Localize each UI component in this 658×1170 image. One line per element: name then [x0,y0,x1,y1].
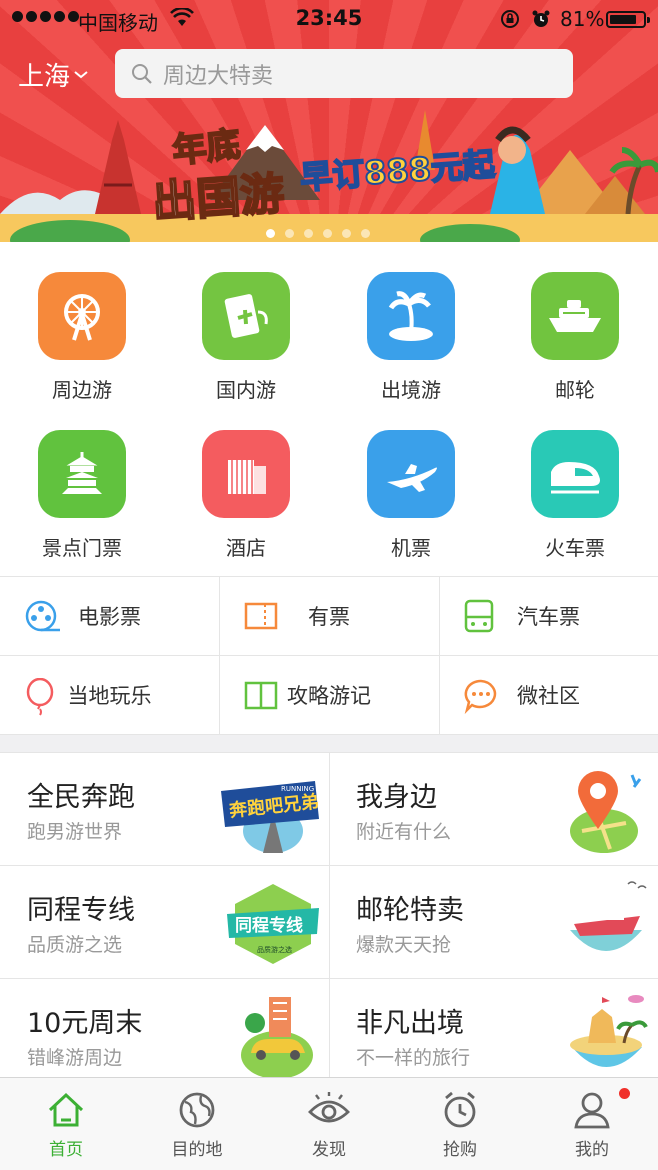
app-screen: 中国移动 23:45 81% 上海 周边大特卖 年底 出国游 早订888元起 周… [0,0,658,1170]
airplane-icon [367,430,455,518]
promo-subtitle: 错峰游周边 [27,1047,123,1069]
category-label: 出境游 [381,378,441,402]
palm-island-icon [367,272,455,360]
carousel-dot[interactable] [323,229,332,238]
cruise-ship-icon [531,272,619,360]
quick-link-label: 电影票 [78,605,141,629]
promo-badge-subtext: RUNNING MAN [281,785,323,793]
category-label: 酒店 [226,536,266,560]
bottom-tab-bar: 首页 目的地 发现 抢购 我的 [0,1077,658,1170]
alarm-clock-icon [444,1091,476,1128]
hero-banner[interactable]: 中国移动 23:45 81% 上海 周边大特卖 年底 出国游 早订888元起 [0,0,658,242]
quick-link-tickets[interactable]: 有票 [219,577,439,656]
tab-label: 我的 [575,1140,609,1160]
category-label: 邮轮 [555,378,595,402]
promo-card-running[interactable]: 全民奔跑 跑男游世界 奔跑吧兄弟 RUNNING MAN [0,753,329,866]
promo-badge-text: 同程专线 [235,915,303,936]
carousel-dot-active[interactable] [266,229,275,238]
globe-icon [179,1092,215,1128]
ferris-wheel-icon [38,272,126,360]
running-man-logo-icon: 奔跑吧兄弟 RUNNING MAN [221,781,323,853]
promo-badge-subtext: 品质游之选 [257,945,292,954]
banner-line3: 早订888元起 [298,144,497,197]
quick-link-label: 攻略游记 [287,684,371,708]
category-huochepiao[interactable]: 火车票 [493,430,657,561]
tab-label: 目的地 [171,1140,223,1160]
car-city-icon [241,997,313,1079]
quick-link-movie[interactable]: 电影票 [0,577,219,656]
map-pin-icon [570,771,642,853]
carousel-dot[interactable] [285,229,294,238]
promo-title: 同程专线 [27,895,135,926]
tab-label: 抢购 [443,1140,477,1160]
promo-title: 我身边 [356,782,437,813]
tab-flash-sale[interactable]: 抢购 [394,1090,526,1160]
tab-profile[interactable]: 我的 [526,1090,658,1160]
category-jipiao[interactable]: 机票 [329,430,493,561]
promo-title: 10元周末 [27,1008,143,1039]
promo-subtitle: 不一样的旅行 [356,1047,471,1069]
promo-title: 非凡出境 [356,1008,464,1039]
quick-link-label: 微社区 [517,684,580,708]
banner-headline: 年底 出国游 早订888元起 [150,118,500,230]
hotel-building-icon [202,430,290,518]
category-grid: 周边游 国内游 出境游 邮轮 景点门票 酒店 机票 火车票 [0,242,658,576]
category-youlun[interactable]: 邮轮 [493,272,657,403]
tab-destination[interactable]: 目的地 [131,1090,263,1160]
category-label: 国内游 [216,378,276,402]
category-label: 周边游 [52,378,112,402]
section-spacer [0,735,658,753]
category-jiudian[interactable]: 酒店 [164,430,328,561]
tongcheng-line-badge-icon: 同程专线 品质游之选 [227,884,319,964]
promo-card-cruise-sale[interactable]: 邮轮特卖 爆款天天抢 [329,866,658,979]
promo-title: 邮轮特卖 [356,895,464,926]
cruise-bowl-icon [570,881,647,951]
plane-ticket-icon [202,272,290,360]
quick-link-guides[interactable]: 攻略游记 [219,656,439,735]
bullet-train-icon [531,430,619,518]
promo-card-nearby[interactable]: 我身边 附近有什么 [329,753,658,866]
island-castle-icon [570,995,648,1067]
quick-links: 电影票 有票 汽车票 当地玩乐 攻略游记 微社区 [0,576,658,735]
tab-label: 发现 [312,1140,346,1160]
temple-icon [38,430,126,518]
quick-link-label: 有票 [308,605,350,629]
promo-title: 全民奔跑 [27,782,135,813]
quick-link-local-fun[interactable]: 当地玩乐 [0,656,219,735]
category-label: 机票 [391,536,431,560]
promo-subtitle: 爆款天天抢 [356,934,452,956]
promo-card-tongcheng-line[interactable]: 同程专线 品质游之选 同程专线 品质游之选 [0,866,329,979]
quick-link-label: 汽车票 [517,605,580,629]
category-guoneiyou[interactable]: 国内游 [164,272,328,403]
promo-subtitle: 跑男游世界 [27,821,123,843]
eye-icon [308,1092,350,1123]
category-label: 火车票 [545,536,605,560]
notification-dot [619,1088,630,1099]
banner-line2: 出国游 [150,167,287,229]
quick-link-bus[interactable]: 汽车票 [439,577,658,656]
promo-card-weekend[interactable]: 10元周末 错峰游周边 [0,979,329,1092]
promo-grid: 全民奔跑 跑男游世界 奔跑吧兄弟 RUNNING MAN 我身边 附近有什么 [0,753,658,1079]
carousel-dot[interactable] [304,229,313,238]
category-chujingyou[interactable]: 出境游 [329,272,493,403]
promo-subtitle: 品质游之选 [27,934,123,956]
tab-label: 首页 [49,1140,83,1160]
quick-link-label: 当地玩乐 [67,684,152,708]
quick-link-community[interactable]: 微社区 [439,656,658,735]
promo-subtitle: 附近有什么 [356,821,452,843]
user-icon [574,1092,610,1129]
category-label: 景点门票 [42,536,122,560]
tab-discover[interactable]: 发现 [263,1090,395,1160]
carousel-dot[interactable] [361,229,370,238]
home-icon [48,1092,84,1127]
category-zhoubianyou[interactable]: 周边游 [0,272,164,403]
promo-card-outbound[interactable]: 非凡出境 不一样的旅行 [329,979,658,1092]
carousel-dot[interactable] [342,229,351,238]
carousel-indicator[interactable] [266,229,370,238]
tab-home[interactable]: 首页 [0,1090,132,1160]
category-jingdianmenpiao[interactable]: 景点门票 [0,430,164,561]
